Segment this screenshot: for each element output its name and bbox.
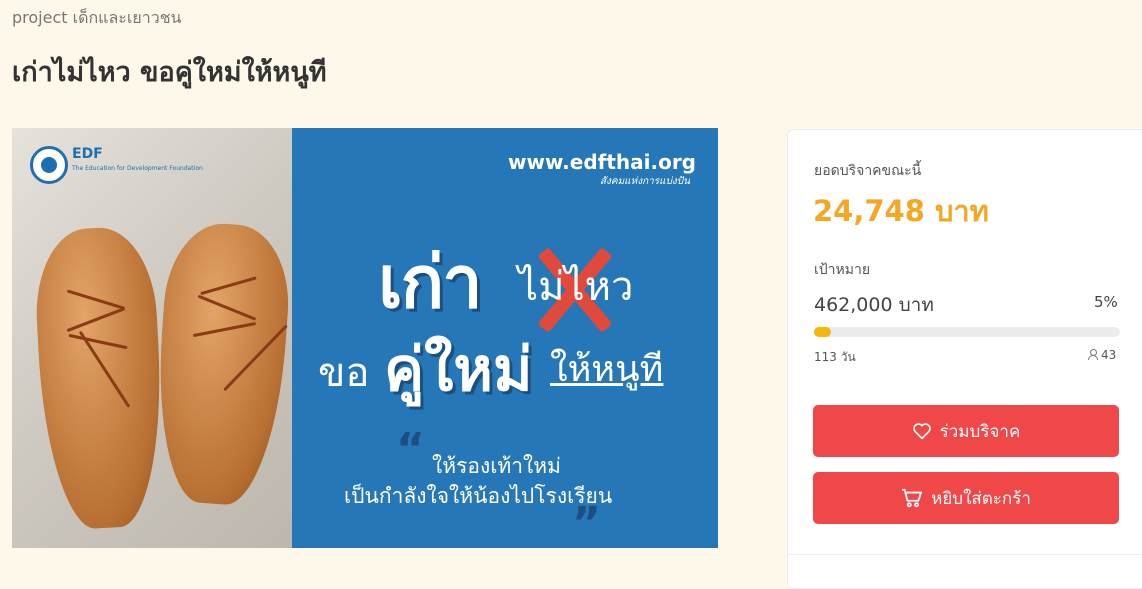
banner-text-panel: www.edfthai.org สังคมแห่งการแบ่งปัน เก่า… bbox=[292, 128, 718, 548]
banner-headline-worn: ไม่ไหว bbox=[518, 264, 634, 310]
raised-label: ยอดบริจาคขณะนี้ bbox=[814, 163, 922, 179]
page-title: เก่าไม่ไหว ขอคู่ใหม่ให้หนูที bbox=[12, 57, 327, 88]
add-to-cart-button[interactable]: หยิบใส่ตะกร้า bbox=[813, 472, 1119, 524]
right-shoe-image bbox=[150, 220, 294, 508]
open-quote-icon: “ bbox=[396, 424, 425, 475]
days-remaining: 113 วัน bbox=[814, 350, 856, 364]
project-banner: EDF The Education for Development Founda… bbox=[12, 128, 718, 548]
banner-headline-for-me: ให้หนูที bbox=[550, 349, 664, 390]
banner-subtext-line1: ให้รองเท้าใหม่ bbox=[432, 454, 561, 478]
edf-logo-icon bbox=[30, 146, 68, 184]
donate-button[interactable]: ร่วมบริจาค bbox=[813, 405, 1119, 457]
goal-amount: 462,000 บาท bbox=[814, 294, 934, 316]
user-icon bbox=[1088, 349, 1098, 360]
banner-headline-new-pair: คู่ใหม่ bbox=[384, 335, 533, 405]
banner-url-slogan: สังคมแห่งการแบ่งปัน bbox=[599, 176, 690, 187]
close-quote-icon: ” bbox=[572, 498, 601, 548]
banner-headline-ask: ขอ bbox=[318, 350, 370, 396]
goal-label: เป้าหมาย bbox=[814, 262, 871, 278]
cart-icon bbox=[902, 488, 923, 508]
card-divider bbox=[788, 554, 1142, 555]
heart-icon bbox=[912, 423, 931, 440]
raised-amount: 24,748 บาท bbox=[813, 194, 989, 228]
shoes-photo: EDF The Education for Development Founda… bbox=[12, 128, 294, 548]
backers-count: 43 bbox=[1088, 348, 1116, 362]
progress-bar bbox=[814, 327, 1120, 337]
progress-bar-fill bbox=[814, 327, 831, 337]
donate-button-label: ร่วมบริจาค bbox=[939, 421, 1021, 442]
left-shoe-image bbox=[32, 225, 168, 531]
project-category[interactable]: project เด็กและเยาวชน bbox=[12, 6, 181, 31]
backers-number: 43 bbox=[1101, 348, 1117, 362]
add-to-cart-label: หยิบใส่ตะกร้า bbox=[931, 488, 1031, 509]
progress-percent: 5% bbox=[1094, 293, 1118, 311]
edf-logo-subtitle: The Education for Development Foundation bbox=[72, 165, 203, 172]
donation-card: ยอดบริจาคขณะนี้ 24,748 บาท เป้าหมาย 462,… bbox=[787, 129, 1142, 589]
banner-url: www.edfthai.org bbox=[508, 150, 696, 174]
edf-logo-text: EDF bbox=[72, 146, 103, 162]
